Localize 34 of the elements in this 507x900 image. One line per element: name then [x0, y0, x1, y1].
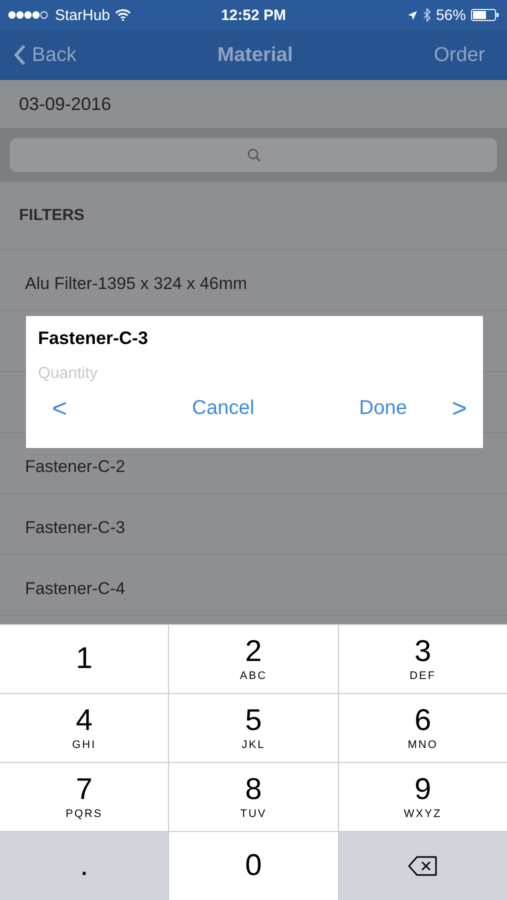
number-key[interactable]: 1 [0, 625, 168, 693]
dialog-title: Fastener-C-3 [38, 328, 150, 349]
delete-key[interactable] [338, 832, 507, 900]
section-header: FILTERS [0, 182, 507, 250]
nav-title: Material [217, 44, 293, 66]
cancel-button[interactable]: Cancel [192, 397, 254, 420]
number-key[interactable]: 2 ABC [169, 625, 338, 693]
chevron-left-icon [14, 44, 26, 66]
done-button[interactable]: Done [359, 397, 407, 420]
number-key[interactable]: 7 PQRS [0, 763, 168, 831]
bluetooth-icon [422, 8, 431, 22]
search-field[interactable] [10, 138, 497, 172]
number-key[interactable]: 6 MNO [338, 694, 507, 762]
decimal-key[interactable]: . [0, 832, 168, 900]
battery-percent: 56% [436, 6, 466, 24]
previous-button[interactable]: < [52, 393, 68, 424]
location-icon [406, 10, 418, 20]
list-row[interactable]: Fastener-C-3 [0, 494, 507, 555]
carrier-name: StarHub [55, 6, 110, 24]
number-key[interactable]: 8 TUV [169, 763, 338, 831]
backspace-icon [408, 855, 438, 877]
number-key[interactable]: 4 GHI [0, 694, 168, 762]
search-icon [246, 148, 260, 162]
status-time: 12:52 PM [220, 6, 286, 24]
number-key[interactable]: 3 DEF [338, 625, 507, 693]
signal-icon [8, 11, 50, 19]
battery-icon [470, 9, 499, 21]
wifi-icon [115, 9, 132, 21]
number-key[interactable]: 0 [169, 832, 338, 900]
number-key[interactable]: 5 JKL [169, 694, 338, 762]
number-key[interactable]: 9 WXYZ [338, 763, 507, 831]
list-row[interactable]: Alu Filter-1395 x 324 x 46mm [0, 250, 507, 311]
list-row[interactable]: Fastener-C-4 [0, 555, 507, 616]
next-button[interactable]: > [452, 393, 467, 424]
